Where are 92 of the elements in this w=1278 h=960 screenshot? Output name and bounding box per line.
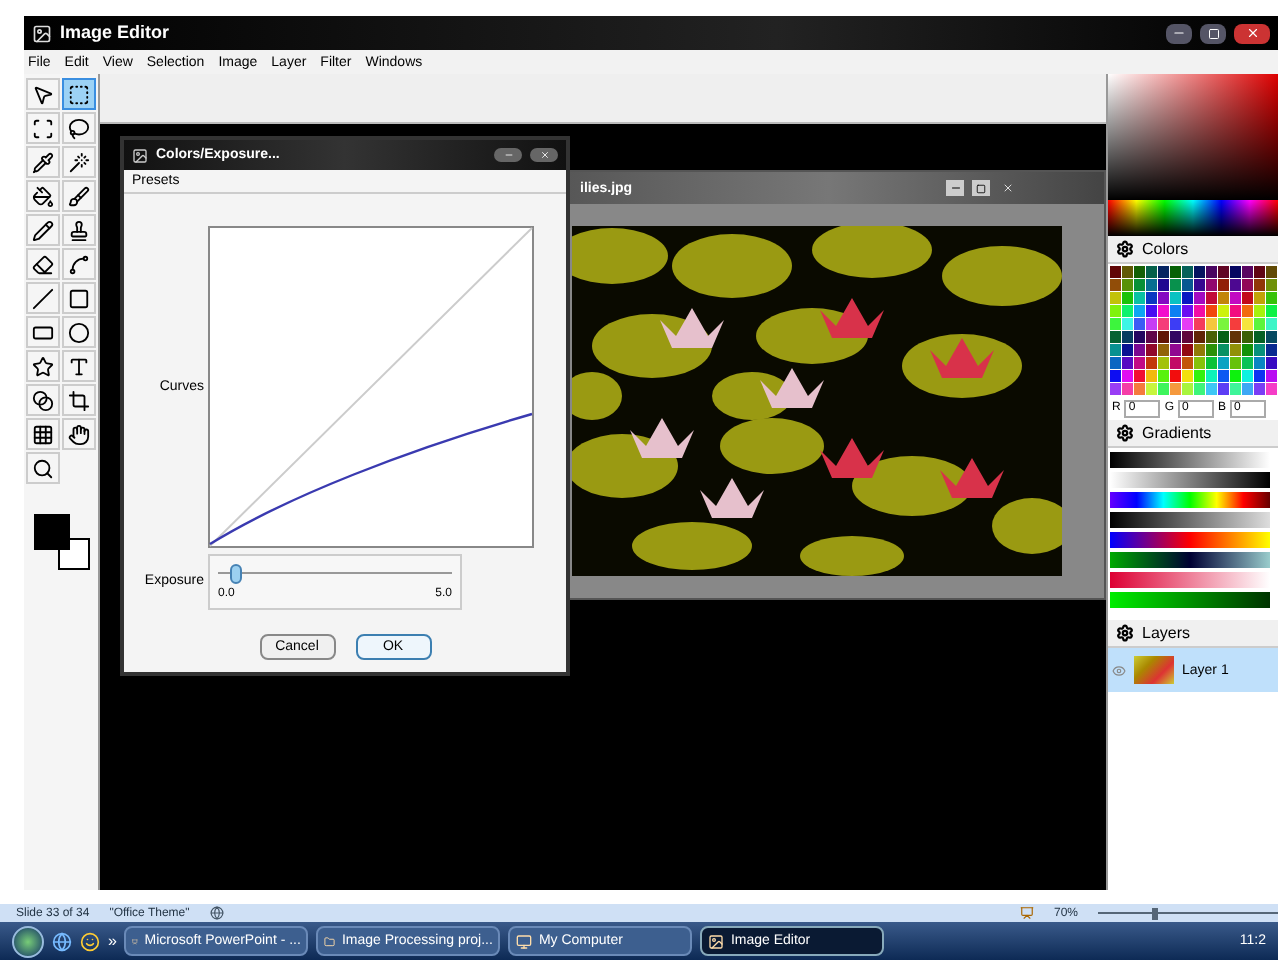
close-button[interactable] [530,148,558,162]
gradient-swatch[interactable] [1110,452,1270,468]
stamp-icon [68,219,90,241]
lasso-icon [68,117,90,139]
overflow-chevron[interactable]: » [108,933,117,949]
slider-thumb[interactable] [230,564,243,584]
star-icon [32,355,54,377]
app-icon [708,933,725,949]
tool-button[interactable] [62,384,96,416]
gradient-swatch[interactable] [1110,592,1270,608]
tool-button[interactable] [26,248,60,280]
brush-icon [68,185,90,207]
color-palette-grid[interactable] [1110,266,1278,396]
start-button[interactable] [12,925,44,957]
settings-icon [1116,424,1134,442]
tool-button[interactable] [26,384,60,416]
square-icon [68,287,90,309]
tool-button[interactable] [62,78,96,110]
tool-button[interactable] [26,282,60,314]
spellcheck-icon[interactable] [209,906,224,920]
maximize-button[interactable] [1200,23,1226,43]
ellipse-icon [68,321,90,343]
app-icon [32,23,52,43]
gradient-swatch[interactable] [1110,572,1270,588]
dashed-square-icon [68,83,90,105]
minimize-button[interactable] [1166,23,1192,43]
maximize-icon [976,183,986,193]
minimize-icon [1172,26,1186,40]
tool-button[interactable] [62,146,96,178]
curve-icon [68,253,90,275]
rectangle-icon [32,321,54,343]
eyedropper-icon [32,151,54,173]
minimize-icon [503,150,513,160]
gradient-swatch[interactable] [1110,532,1270,548]
panel-title: Gradients [1142,425,1212,441]
hand-icon [68,423,90,445]
gradient-swatch[interactable] [1110,492,1270,508]
gradient-swatch[interactable] [1110,472,1270,488]
zoom-slider[interactable] [1098,907,1278,919]
search-icon [32,457,54,479]
line-icon [32,287,54,309]
tool-button[interactable] [26,350,60,382]
selection-frame-icon [32,117,54,139]
tool-button[interactable] [26,180,60,212]
view-icon[interactable] [1019,906,1034,920]
wand-icon [68,151,90,173]
tool-button[interactable] [26,112,60,144]
color-picker-gradient[interactable] [1108,74,1278,200]
color-swatches-drawing[interactable] [31,512,91,572]
pencil-icon [32,219,54,241]
settings-icon [1116,240,1134,258]
app-icon [132,147,148,163]
tool-button[interactable] [62,112,96,144]
paint-bucket-icon [32,185,54,207]
tool-button[interactable] [62,282,96,314]
settings-icon [1116,624,1134,642]
tool-button[interactable] [62,350,96,382]
maximize-icon [1207,27,1219,39]
tool-button[interactable] [26,452,60,484]
layer-thumbnail [1134,656,1174,684]
eraser-icon [32,253,54,275]
tool-button[interactable] [62,418,96,450]
panel-title: Layers [1142,625,1191,641]
hue-strip[interactable] [1108,200,1278,236]
tool-button[interactable] [62,316,96,348]
window-title: Image Editor [60,24,170,42]
panel-title: Colors [1142,241,1189,257]
face-icon[interactable] [80,931,100,951]
tool-button[interactable] [62,214,96,246]
gradient-swatch[interactable] [1110,512,1270,528]
tool-button[interactable] [26,418,60,450]
globe-icon[interactable] [52,931,72,951]
tool-button[interactable] [62,180,96,212]
tool-button[interactable] [26,316,60,348]
close-icon [1245,26,1259,40]
crop-icon [68,389,90,411]
tool-button[interactable] [26,78,60,110]
close-button[interactable] [1234,23,1270,43]
app-icon [516,933,533,949]
text-icon [68,355,90,377]
grid-icon [32,423,54,445]
gradient-swatch[interactable] [1110,552,1270,568]
curves-graph[interactable] [208,226,534,548]
close-icon [1001,182,1013,194]
zoom-thumb[interactable] [1152,907,1158,919]
app-icon [324,933,336,949]
tool-button[interactable] [62,248,96,280]
pointer-icon [32,83,54,105]
minimize-button[interactable] [494,148,522,162]
minimize-icon [949,182,961,194]
tool-button[interactable] [26,146,60,178]
tool-button[interactable] [26,214,60,246]
